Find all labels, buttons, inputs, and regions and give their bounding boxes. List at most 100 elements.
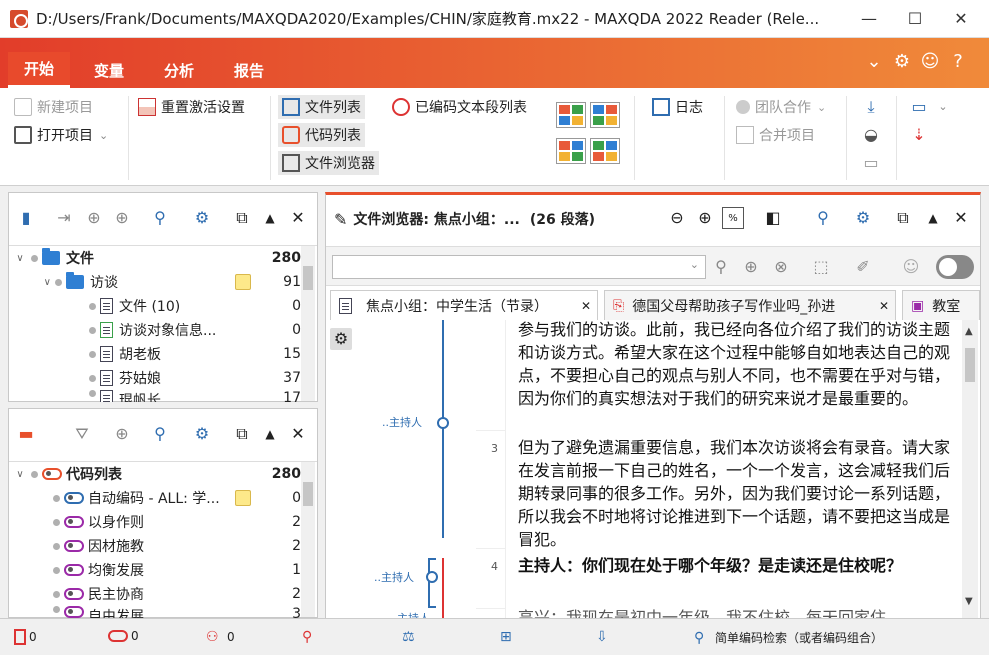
chevron-down-icon[interactable]: ∨: [9, 277, 55, 288]
zoom-in-icon[interactable]: ⊕: [694, 207, 716, 229]
close-icon[interactable]: ✕: [287, 423, 309, 445]
gear-icon[interactable]: ⚙: [191, 207, 213, 229]
export-folder-icon[interactable]: ▭: [908, 96, 930, 118]
chevron-down-icon[interactable]: ⌄: [862, 50, 886, 74]
status-retrieval-mode[interactable]: ⚲ 简单编码检索（或者编码组合）: [694, 629, 883, 646]
collapse-icon[interactable]: ▲: [259, 423, 281, 445]
chevron-down-icon[interactable]: ⌄: [932, 96, 954, 118]
scroll-down-icon[interactable]: ▼: [965, 596, 973, 607]
highlighter-icon[interactable]: ✐: [852, 256, 874, 278]
status-variable-icon[interactable]: ⚲: [302, 629, 323, 645]
incognito-icon[interactable]: ◒: [860, 124, 882, 146]
gear-icon[interactable]: ⚙: [890, 50, 914, 74]
tab-focus-group[interactable]: 焦点小组：中学生活（节录） ✕: [330, 290, 598, 320]
code-icon[interactable]: ⚲: [710, 256, 732, 278]
coding-marker[interactable]: [437, 417, 449, 429]
close-icon[interactable]: ✕: [950, 207, 972, 229]
doc-browser-button[interactable]: 文件浏览器: [278, 151, 379, 175]
status-export-icon[interactable]: ⇩: [596, 629, 617, 645]
zoom-out-icon[interactable]: ⊖: [666, 207, 688, 229]
tree-row-documents[interactable]: ∨ 文件 280: [9, 246, 309, 270]
reset-activation-button[interactable]: 重置激活设置: [138, 95, 245, 119]
paragraph-text[interactable]: 参与我们的访谈。此前，我已经向各位介绍了我们的访谈主题和访谈方式。希望大家在这个…: [518, 320, 954, 430]
teamwork-button[interactable]: 团队合作 ⌄: [736, 95, 826, 119]
tree-row-interviews[interactable]: ∨ 访谈 91: [9, 270, 309, 294]
layout-tile-3[interactable]: [556, 138, 586, 164]
status-codes[interactable]: 0: [108, 629, 139, 643]
speaker-code-label[interactable]: ..主持人: [382, 414, 422, 430]
log-button[interactable]: 日志: [652, 95, 703, 119]
gear-icon[interactable]: ⚙: [852, 207, 874, 229]
help-icon[interactable]: ?: [946, 50, 970, 74]
download-icon[interactable]: ⤓: [860, 96, 882, 118]
scrollbar[interactable]: ▲ ▼: [962, 320, 978, 618]
smiley-icon[interactable]: ☺: [918, 50, 942, 74]
new-code-icon[interactable]: ⊕: [111, 423, 133, 445]
layout-tile-4[interactable]: [590, 138, 620, 164]
edit-mode-toggle[interactable]: [936, 255, 974, 279]
memo-icon[interactable]: [235, 490, 251, 506]
close-tab-icon[interactable]: ✕: [879, 299, 889, 313]
export-down-icon[interactable]: ⇣: [908, 124, 930, 146]
chevron-down-icon[interactable]: ∨: [9, 253, 31, 264]
status-docs[interactable]: 0: [14, 629, 37, 645]
search-icon[interactable]: ⚲: [149, 423, 171, 445]
new-code-icon[interactable]: ⊕: [740, 256, 762, 278]
code-combobox[interactable]: ⌄: [332, 255, 706, 279]
folder-icon[interactable]: ▭: [860, 152, 882, 174]
tree-row-code[interactable]: 民主协商 2: [9, 582, 309, 606]
new-folder-icon[interactable]: ⊕: [111, 207, 133, 229]
tree-row-code-system[interactable]: ∨ 代码列表 280: [9, 462, 309, 486]
new-project-button[interactable]: 新建项目: [14, 95, 93, 119]
memo-icon[interactable]: [235, 274, 251, 290]
minimize-button[interactable]: —: [846, 0, 892, 38]
gear-icon[interactable]: ⚙: [330, 328, 352, 350]
tree-row-doc-item[interactable]: 访谈对象信息... 0: [9, 318, 309, 342]
tab-analysis[interactable]: 分析: [148, 52, 210, 88]
close-button[interactable]: ✕: [938, 0, 984, 38]
code-list-button[interactable]: 代码列表: [278, 123, 365, 147]
close-tab-icon[interactable]: ✕: [581, 299, 591, 313]
zoom-100-icon[interactable]: %: [722, 207, 744, 229]
tree-row-code[interactable]: 均衡发展 1: [9, 558, 309, 582]
tab-home[interactable]: 开始: [8, 52, 71, 88]
split-view-icon[interactable]: ◧: [762, 207, 784, 229]
tab-german-parents[interactable]: ⎘ 德国父母帮助孩子写作业吗_孙进 ✕: [604, 290, 896, 320]
filter-icon[interactable]: ⛛: [71, 423, 93, 445]
gear-icon[interactable]: ⚙: [191, 423, 213, 445]
coding-marker[interactable]: [426, 571, 438, 583]
tree-row-doc-item[interactable]: 琨帆长 17: [9, 390, 309, 402]
scrollbar[interactable]: [301, 462, 315, 617]
undock-icon[interactable]: ⧉: [892, 207, 914, 229]
tab-classroom[interactable]: ▣ 教室: [902, 290, 980, 320]
tree-row-code[interactable]: 自由发展 3: [9, 606, 309, 618]
import-icon[interactable]: ⇥: [53, 207, 75, 229]
speaker-code-label[interactable]: ..主持人: [390, 610, 430, 618]
tree-row-code[interactable]: 因材施教 2: [9, 534, 309, 558]
undock-icon[interactable]: ⧉: [231, 423, 253, 445]
tree-row-code[interactable]: 自动编码 - ALL: 学... 0: [9, 486, 309, 510]
merge-projects-button[interactable]: 合并项目: [736, 123, 815, 147]
doc-list-button[interactable]: 文件列表: [278, 95, 365, 119]
scrollbar[interactable]: [301, 246, 315, 401]
new-doc-icon[interactable]: ⊕: [83, 207, 105, 229]
coded-segments-button[interactable]: 已编码文本段列表: [392, 95, 527, 119]
tree-row-doc-item[interactable]: 芬姑娘 37: [9, 366, 309, 390]
undock-icon[interactable]: ⧉: [231, 207, 253, 229]
tab-variables[interactable]: 变量: [78, 52, 140, 88]
search-icon[interactable]: ⚲: [149, 207, 171, 229]
paragraph-text[interactable]: 高兴：我现在是初中一年级，我不住校，每天回家住。: [518, 606, 954, 618]
open-project-button[interactable]: 打开项目 ⌄: [14, 123, 108, 147]
collapse-icon[interactable]: ▲: [259, 207, 281, 229]
scroll-up-icon[interactable]: ▲: [965, 326, 973, 337]
tree-row-doc-item[interactable]: 胡老板 15: [9, 342, 309, 366]
close-icon[interactable]: ✕: [287, 207, 309, 229]
status-segments[interactable]: ⚇ 0: [206, 629, 235, 645]
tree-row-doc-item[interactable]: 文件 (10) 0: [9, 294, 309, 318]
search-icon[interactable]: ⚲: [812, 207, 834, 229]
remove-code-icon[interactable]: ⊗: [770, 256, 792, 278]
status-lock-icon[interactable]: ⊞: [500, 629, 521, 645]
chevron-down-icon[interactable]: ∨: [9, 469, 31, 480]
tree-row-code[interactable]: 以身作则 2: [9, 510, 309, 534]
layout-tile-2[interactable]: [590, 102, 620, 128]
